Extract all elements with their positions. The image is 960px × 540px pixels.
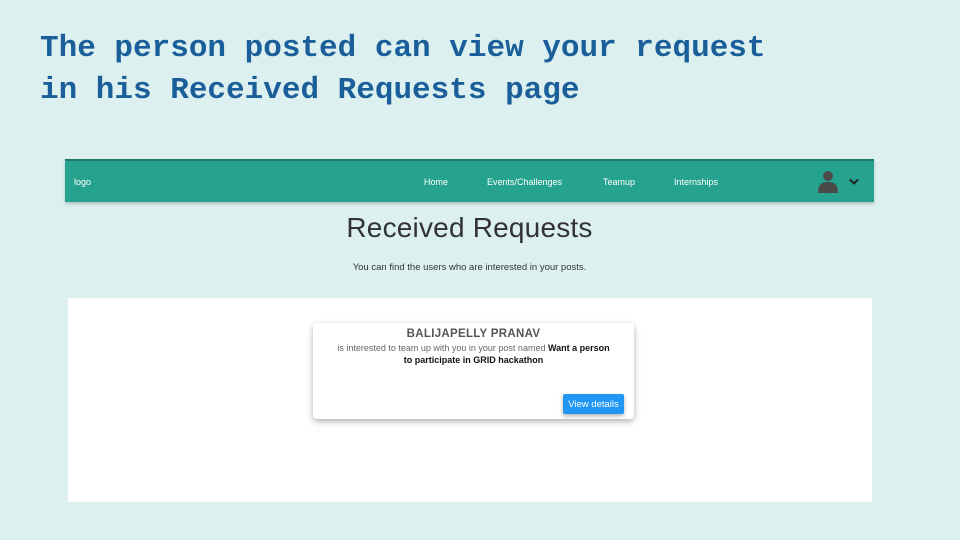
nav-teamup-link[interactable]: Teamup (603, 177, 635, 187)
nav-home-link[interactable]: Home (424, 177, 448, 187)
user-icon (818, 171, 838, 193)
page-subtitle: You can find the users who are intereste… (352, 262, 587, 273)
view-details-button[interactable]: View details (563, 394, 624, 414)
navbar: logo Home Events/Challenges Teamup Inter… (65, 159, 874, 202)
nav-events-link[interactable]: Events/Challenges (487, 177, 562, 187)
slide-title-line-1: The person posted can view your request (40, 31, 766, 66)
app-screenshot: logo Home Events/Challenges Teamup Inter… (65, 159, 874, 504)
chevron-down-icon (849, 178, 859, 185)
slide-title: The person posted can view your request … (40, 28, 940, 112)
requests-panel: BALIJAPELLY PRANAV is interested to team… (68, 298, 872, 502)
logo-link[interactable]: logo (74, 177, 91, 187)
request-card: BALIJAPELLY PRANAV is interested to team… (313, 323, 634, 419)
requester-name: BALIJAPELLY PRANAV (406, 328, 541, 340)
slide-title-line-2: in his Received Requests page (40, 73, 580, 108)
page-title: Received Requests (346, 212, 593, 243)
request-message: is interested to team up with you in you… (333, 343, 614, 366)
request-message-text: is interested to team up with you in you… (337, 343, 548, 353)
user-menu-button[interactable] (817, 170, 863, 194)
nav-internships-link[interactable]: Internships (674, 177, 718, 187)
